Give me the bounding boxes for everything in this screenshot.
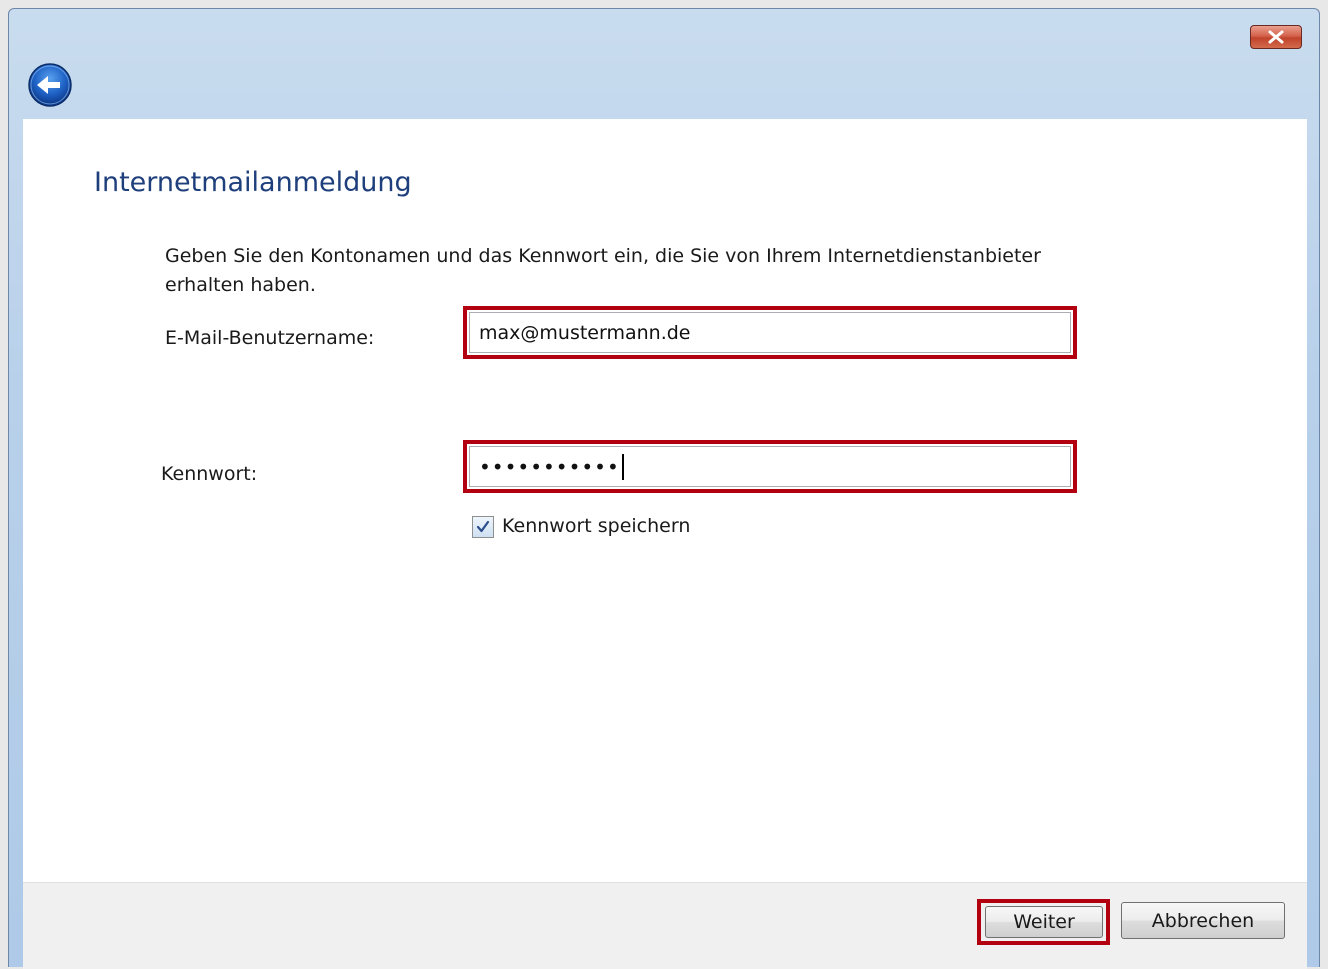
- close-button[interactable]: [1250, 25, 1302, 49]
- password-label: Kennwort:: [161, 463, 258, 485]
- text-caret: [621, 453, 624, 480]
- close-icon: [1268, 30, 1284, 44]
- password-value: •••••••••••: [479, 454, 620, 479]
- checkmark-icon: [476, 520, 490, 533]
- cancel-button[interactable]: Abbrechen: [1121, 902, 1285, 939]
- footer-bar: Weiter Abbrechen: [23, 882, 1307, 969]
- back-arrow-icon: [28, 63, 72, 107]
- username-value: max@mustermann.de: [479, 321, 691, 344]
- password-highlight: •••••••••••: [463, 440, 1077, 493]
- password-field[interactable]: •••••••••••: [469, 446, 1071, 487]
- remember-password-checkbox[interactable]: [472, 516, 494, 538]
- username-label: E-Mail-Benutzername:: [165, 327, 375, 349]
- username-highlight: max@mustermann.de: [463, 306, 1077, 359]
- page-title: Internetmailanmeldung: [94, 167, 412, 198]
- dialog-window: Internetmailanmeldung Geben Sie den Kont…: [8, 8, 1320, 969]
- next-button[interactable]: Weiter: [985, 906, 1103, 938]
- instruction-text: Geben Sie den Kontonamen und das Kennwor…: [165, 245, 1041, 296]
- back-button[interactable]: [26, 61, 74, 109]
- remember-password-label[interactable]: Kennwort speichern: [502, 515, 690, 537]
- username-field[interactable]: max@mustermann.de: [469, 312, 1071, 353]
- content-panel: Internetmailanmeldung Geben Sie den Kont…: [23, 119, 1307, 882]
